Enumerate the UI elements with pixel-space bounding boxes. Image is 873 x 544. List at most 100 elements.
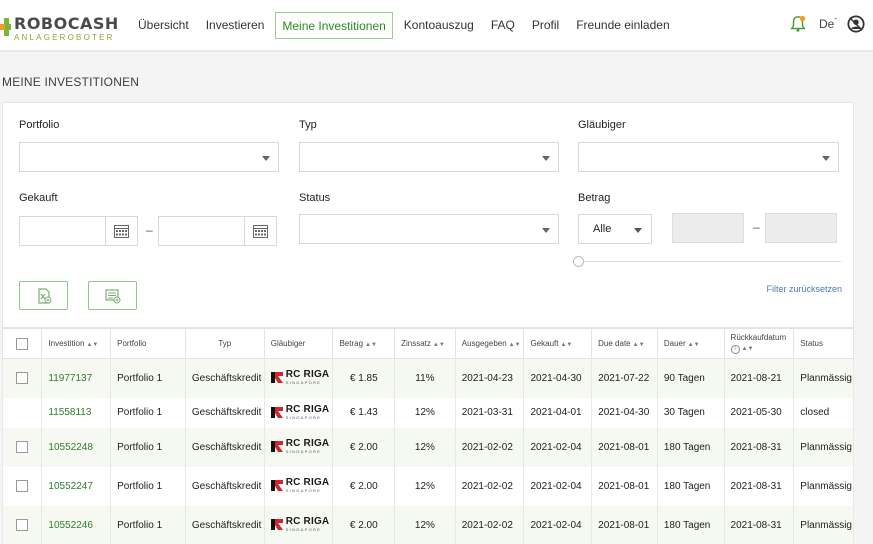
status-cell: Planmässig xyxy=(793,505,854,544)
column-header-label: Typ xyxy=(218,339,232,348)
nav-faq[interactable]: FAQ xyxy=(485,12,521,39)
col-header-glaeubiger: Gläubiger xyxy=(263,328,334,359)
typ-filter-label: Typ xyxy=(299,119,317,131)
lender-cell: RC RIGA SINGAPORE xyxy=(263,397,334,428)
betrag-cell: € 2.00 xyxy=(332,505,396,544)
column-header-label: Rückkaufdatum xyxy=(730,333,787,342)
portfolio-select[interactable] xyxy=(19,142,279,172)
nav-meine-investitionen[interactable]: Meine Investitionen xyxy=(275,12,393,39)
rueckkaufdatum-cell: 2021-08-31 xyxy=(723,466,795,506)
lender-subtitle: SINGAPORE xyxy=(285,414,322,420)
lender-subtitle: SINGAPORE xyxy=(285,449,322,454)
zinssatz-cell: 12% xyxy=(394,397,456,428)
table-row[interactable]: 11558113 Portfolio 1 Geschäftskredit RC … xyxy=(1,397,854,428)
betrag-mode-select[interactable]: Alle xyxy=(578,214,652,244)
row-select-cell xyxy=(1,505,43,544)
chevron-down-icon xyxy=(262,156,270,161)
table-row[interactable]: 10552247 Portfolio 1 Geschäftskredit RC … xyxy=(1,466,854,506)
table-row[interactable]: 10552248 Portfolio 1 Geschäftskredit RC … xyxy=(1,427,854,467)
status-cell: closed xyxy=(793,397,854,428)
investments-table: Investition ▲▼ Portfolio Typ Gläubiger Be… xyxy=(1,328,854,544)
rueckkaufdatum-cell: 2021-08-31 xyxy=(723,427,795,467)
lender-cell: RC RIGA SINGAPORE xyxy=(263,358,334,398)
col-header-zinssatz[interactable]: Zinssatz ▲▼ xyxy=(394,328,456,359)
lender-name: RC RIGA xyxy=(285,516,330,527)
export-excel-button[interactable] xyxy=(19,281,68,310)
investment-id[interactable]: 10552247 xyxy=(41,466,112,506)
logo-brand-text: ROBOCASH xyxy=(14,14,119,33)
calendar-icon[interactable] xyxy=(244,217,276,245)
lender-subtitle: SINGAPORE xyxy=(285,488,322,493)
status-filter-label: Status xyxy=(299,192,331,204)
col-header-ausgegeben[interactable]: Ausgegeben ▲▼ xyxy=(454,328,525,359)
col-header-due-date[interactable]: Due date ▲▼ xyxy=(591,328,658,359)
typ-select[interactable] xyxy=(299,142,559,172)
glaeubiger-select[interactable] xyxy=(578,142,839,172)
typ-cell: Geschäftskredit xyxy=(184,397,265,428)
gekauft-to-date-input[interactable] xyxy=(158,216,277,246)
nav-profil[interactable]: Profil xyxy=(526,12,565,39)
gekauft-cell: 2021-04-30 xyxy=(523,358,593,398)
notification-bell-icon[interactable] xyxy=(789,15,807,33)
language-switcher[interactable]: Deˇ xyxy=(819,17,837,31)
rueckkaufdatum-cell: 2021-05-30 xyxy=(723,397,795,428)
portfolio-cell: Portfolio 1 xyxy=(110,505,186,544)
betrag-max-input[interactable] xyxy=(765,213,837,243)
gekauft-filter-label: Gekauft xyxy=(19,192,58,204)
betrag-min-input[interactable] xyxy=(672,213,744,243)
investment-id[interactable]: 11558113 xyxy=(41,397,112,428)
filter-panel: Portfolio Typ Gläubiger Gekauft – Status… xyxy=(2,102,854,328)
ausgegeben-cell: 2021-02-02 xyxy=(454,427,525,467)
typ-cell: Geschäftskredit xyxy=(184,358,265,398)
column-header-label: Investition xyxy=(48,339,85,348)
gekauft-from-date-input[interactable] xyxy=(19,216,138,246)
status-cell: Planmässig xyxy=(793,466,854,506)
lender-subtitle: SINGAPORE xyxy=(285,527,322,532)
status-cell: Planmässig xyxy=(793,358,854,398)
nav-investieren[interactable]: Investieren xyxy=(200,12,271,39)
dauer-cell: 30 Tagen xyxy=(656,397,725,428)
gekauft-cell: 2021-02-04 xyxy=(523,466,593,506)
row-checkbox[interactable] xyxy=(16,441,29,453)
table-row[interactable]: 10552246 Portfolio 1 Geschäftskredit RC … xyxy=(1,505,854,544)
info-icon[interactable]: i xyxy=(730,345,740,354)
sort-icon: ▲▼ xyxy=(86,342,99,348)
row-checkbox[interactable] xyxy=(16,519,29,531)
gekauft-cell: 2021-04-01 xyxy=(523,397,593,428)
gekauft-cell: 2021-02-04 xyxy=(523,427,593,467)
col-header-dauer[interactable]: Dauer ▲▼ xyxy=(656,328,725,359)
col-header-gekauft[interactable]: Gekauft ▲▼ xyxy=(523,328,593,359)
sort-icon: ▲▼ xyxy=(560,342,573,348)
portfolio-filter-label: Portfolio xyxy=(19,119,60,131)
portfolio-cell: Portfolio 1 xyxy=(110,397,186,428)
status-select[interactable] xyxy=(299,214,559,244)
col-header-typ: Typ xyxy=(184,328,265,359)
chevron-down-icon xyxy=(822,156,830,161)
col-header-investition[interactable]: Investition ▲▼ xyxy=(41,328,112,359)
select-all-checkbox[interactable] xyxy=(16,337,29,350)
table-row[interactable]: 11977137 Portfolio 1 Geschäftskredit RC … xyxy=(1,358,854,398)
calendar-icon[interactable] xyxy=(105,217,137,245)
reset-filters-link[interactable]: Filter zurücksetzen xyxy=(766,284,842,294)
betrag-slider-handle[interactable] xyxy=(573,256,584,267)
export-pdf-button[interactable] xyxy=(88,281,137,310)
lender-name: RC RIGA xyxy=(285,369,330,381)
column-header-label: Betrag xyxy=(339,339,364,348)
nav-kontoauszug[interactable]: Kontoauszug xyxy=(398,12,480,39)
investment-id[interactable]: 11977137 xyxy=(41,358,112,398)
sort-icon: ▲▼ xyxy=(365,342,377,348)
col-header-portfolio: Portfolio xyxy=(110,328,186,359)
investment-id[interactable]: 10552246 xyxy=(41,505,112,544)
col-header-betrag[interactable]: Betrag ▲▼ xyxy=(332,328,396,359)
column-header-label: Dauer xyxy=(663,339,686,348)
nav-freunde-einladen[interactable]: Freunde einladen xyxy=(570,12,675,39)
user-account-icon[interactable] xyxy=(847,15,865,33)
investment-id[interactable]: 10552248 xyxy=(41,427,112,467)
nav-uebersicht[interactable]: Übersicht xyxy=(132,12,195,39)
row-checkbox[interactable] xyxy=(16,372,29,385)
col-header-rueckkaufdatum[interactable]: Rückkaufdatum i ▲▼ xyxy=(723,328,795,359)
row-checkbox[interactable] xyxy=(16,480,29,492)
page-title: MEINE INVESTITIONEN xyxy=(2,75,140,89)
betrag-slider-track[interactable] xyxy=(579,261,841,262)
robocash-logo[interactable]: ROBOCASH ANLAGEROBOTER xyxy=(0,14,118,42)
